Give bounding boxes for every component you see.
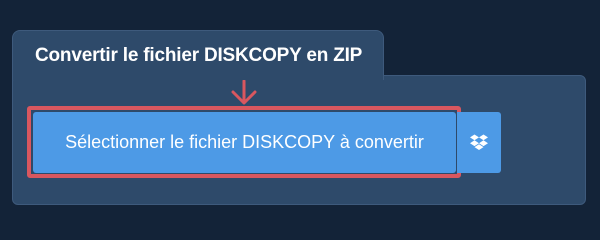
dropbox-button[interactable] bbox=[457, 112, 501, 173]
dropbox-icon bbox=[470, 134, 488, 150]
select-file-button[interactable]: Sélectionner le fichier DISKCOPY à conve… bbox=[33, 112, 456, 173]
arrow-down-icon bbox=[231, 80, 257, 105]
converter-title: Convertir le fichier DISKCOPY en ZIP bbox=[35, 45, 363, 66]
